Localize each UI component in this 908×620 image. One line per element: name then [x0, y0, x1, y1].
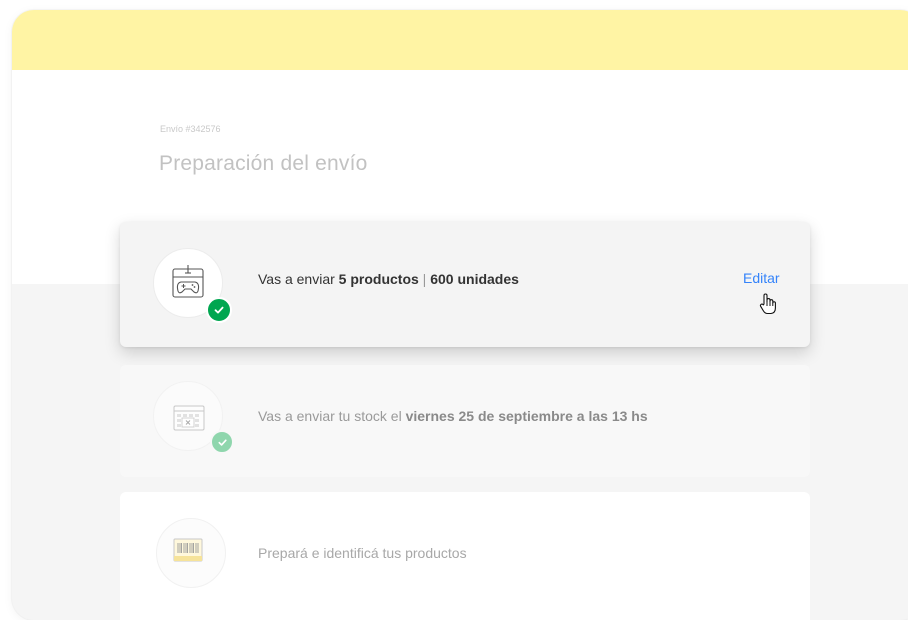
- edit-link[interactable]: Editar: [743, 270, 780, 286]
- step-card-products: Vas a enviar 5 productos | 600 unidades …: [120, 222, 810, 347]
- separator: |: [418, 271, 431, 287]
- products-count: 5 productos: [338, 271, 419, 287]
- step-summary-date: Vas a enviar tu stock el viernes 25 de s…: [258, 408, 648, 424]
- step-card-date: Vas a enviar tu stock el viernes 25 de s…: [120, 365, 810, 477]
- step-summary-prepare: Prepará e identificá tus productos: [258, 545, 467, 561]
- units-count: 600 unidades: [430, 271, 519, 287]
- step-summary-products: Vas a enviar 5 productos | 600 unidades: [258, 271, 519, 287]
- step-card-prepare: Prepará e identificá tus productos: [120, 492, 810, 620]
- check-icon: [210, 430, 234, 454]
- shipment-id: Envío #342576: [160, 124, 221, 134]
- barcode-label-icon: [156, 518, 226, 588]
- step-text-prefix: Vas a enviar tu stock el: [258, 408, 406, 424]
- app-frame: Envío #342576 Preparación del envío Vas …: [12, 10, 908, 620]
- top-navbar: [12, 10, 908, 70]
- hand-pointer-icon: [757, 292, 779, 321]
- page-title: Preparación del envío: [159, 152, 368, 175]
- shipping-date: viernes 25 de septiembre a las 13 hs: [405, 408, 648, 424]
- check-icon: [206, 297, 232, 323]
- step-text-prefix: Vas a enviar: [258, 271, 339, 287]
